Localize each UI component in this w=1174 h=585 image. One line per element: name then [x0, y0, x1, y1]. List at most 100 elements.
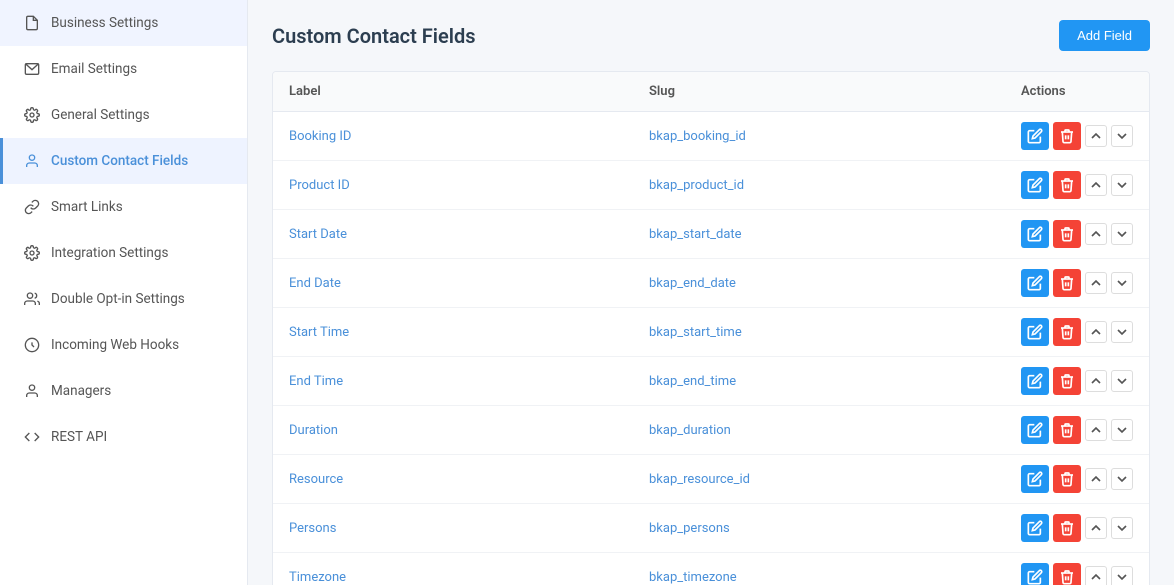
move-down-button[interactable]: [1111, 468, 1133, 490]
delete-button[interactable]: [1053, 122, 1081, 150]
sidebar-item-label: Integration Settings: [51, 245, 168, 261]
table-row: Product IDbkap_product_id: [273, 161, 1149, 210]
sidebar-item-business-settings[interactable]: Business Settings: [0, 0, 247, 46]
gear-icon: [23, 106, 41, 124]
row-actions: [1005, 504, 1149, 553]
file-icon: [23, 14, 41, 32]
table-row: Personsbkap_persons: [273, 504, 1149, 553]
move-down-button[interactable]: [1111, 566, 1133, 585]
delete-button[interactable]: [1053, 171, 1081, 199]
move-down-button[interactable]: [1111, 517, 1133, 539]
row-slug: bkap_persons: [633, 504, 1005, 553]
move-down-button[interactable]: [1111, 370, 1133, 392]
sidebar-item-label: Smart Links: [51, 199, 123, 215]
row-actions: [1005, 357, 1149, 406]
table-row: Start Datebkap_start_date: [273, 210, 1149, 259]
sidebar-item-custom-contact-fields[interactable]: Custom Contact Fields: [0, 138, 247, 184]
col-header-actions: Actions: [1005, 72, 1149, 112]
delete-button[interactable]: [1053, 318, 1081, 346]
sidebar-item-label: REST API: [51, 429, 107, 445]
person-icon: [23, 382, 41, 400]
move-down-button[interactable]: [1111, 125, 1133, 147]
row-label: Product ID: [273, 161, 633, 210]
sidebar-item-label: Business Settings: [51, 15, 158, 31]
table-row: Durationbkap_duration: [273, 406, 1149, 455]
sidebar-item-smart-links[interactable]: Smart Links: [0, 184, 247, 230]
move-up-button[interactable]: [1085, 272, 1107, 294]
delete-button[interactable]: [1053, 220, 1081, 248]
row-slug: bkap_duration: [633, 406, 1005, 455]
add-field-button[interactable]: Add Field: [1059, 20, 1150, 51]
move-down-button[interactable]: [1111, 223, 1133, 245]
row-label: Persons: [273, 504, 633, 553]
actions-cell: [1021, 269, 1133, 297]
move-up-button[interactable]: [1085, 370, 1107, 392]
sidebar-item-managers[interactable]: Managers: [0, 368, 247, 414]
actions-cell: [1021, 514, 1133, 542]
move-up-button[interactable]: [1085, 321, 1107, 343]
delete-button[interactable]: [1053, 563, 1081, 585]
move-up-button[interactable]: [1085, 223, 1107, 245]
sidebar-item-label: Custom Contact Fields: [51, 153, 188, 169]
actions-cell: [1021, 220, 1133, 248]
page-title: Custom Contact Fields: [272, 24, 476, 48]
sidebar-item-incoming-web-hooks[interactable]: Incoming Web Hooks: [0, 322, 247, 368]
user2-icon: [23, 290, 41, 308]
move-up-button[interactable]: [1085, 468, 1107, 490]
edit-button[interactable]: [1021, 563, 1049, 585]
row-slug: bkap_resource_id: [633, 455, 1005, 504]
edit-button[interactable]: [1021, 416, 1049, 444]
actions-cell: [1021, 171, 1133, 199]
sidebar: Business Settings Email Settings General S…: [0, 0, 248, 585]
sidebar-item-label: Double Opt-in Settings: [51, 291, 185, 307]
move-up-button[interactable]: [1085, 125, 1107, 147]
table-row: End Datebkap_end_date: [273, 259, 1149, 308]
edit-button[interactable]: [1021, 318, 1049, 346]
edit-button[interactable]: [1021, 367, 1049, 395]
col-header-slug: Slug: [633, 72, 1005, 112]
move-up-button[interactable]: [1085, 419, 1107, 441]
move-down-button[interactable]: [1111, 419, 1133, 441]
move-down-button[interactable]: [1111, 321, 1133, 343]
move-up-button[interactable]: [1085, 174, 1107, 196]
sidebar-item-double-optin[interactable]: Double Opt-in Settings: [0, 276, 247, 322]
edit-button[interactable]: [1021, 122, 1049, 150]
sidebar-item-rest-api[interactable]: REST API: [0, 414, 247, 460]
api-icon: [23, 428, 41, 446]
row-label: Booking ID: [273, 112, 633, 161]
edit-button[interactable]: [1021, 514, 1049, 542]
sidebar-item-general-settings[interactable]: General Settings: [0, 92, 247, 138]
mail-icon: [23, 60, 41, 78]
edit-button[interactable]: [1021, 171, 1049, 199]
delete-button[interactable]: [1053, 416, 1081, 444]
delete-button[interactable]: [1053, 367, 1081, 395]
row-slug: bkap_product_id: [633, 161, 1005, 210]
fields-table: Label Slug Actions Booking IDbkap_bookin…: [273, 72, 1149, 585]
edit-button[interactable]: [1021, 220, 1049, 248]
user-icon: [23, 152, 41, 170]
sidebar-item-label: Managers: [51, 383, 111, 399]
row-label: Timezone: [273, 553, 633, 585]
sidebar-item-label: General Settings: [51, 107, 150, 123]
delete-button[interactable]: [1053, 465, 1081, 493]
actions-cell: [1021, 367, 1133, 395]
edit-button[interactable]: [1021, 465, 1049, 493]
row-label: End Time: [273, 357, 633, 406]
move-down-button[interactable]: [1111, 272, 1133, 294]
table-header: Label Slug Actions: [273, 72, 1149, 112]
page-header: Custom Contact Fields Add Field: [272, 20, 1150, 51]
move-up-button[interactable]: [1085, 566, 1107, 585]
row-actions: [1005, 308, 1149, 357]
sidebar-item-integration-settings[interactable]: Integration Settings: [0, 230, 247, 276]
move-down-button[interactable]: [1111, 174, 1133, 196]
edit-button[interactable]: [1021, 269, 1049, 297]
delete-button[interactable]: [1053, 269, 1081, 297]
sidebar-item-email-settings[interactable]: Email Settings: [0, 46, 247, 92]
sidebar-item-label: Incoming Web Hooks: [51, 337, 179, 353]
table-row: Timezonebkap_timezone: [273, 553, 1149, 585]
row-label: Start Time: [273, 308, 633, 357]
row-actions: [1005, 553, 1149, 585]
move-up-button[interactable]: [1085, 517, 1107, 539]
delete-button[interactable]: [1053, 514, 1081, 542]
row-label: Start Date: [273, 210, 633, 259]
